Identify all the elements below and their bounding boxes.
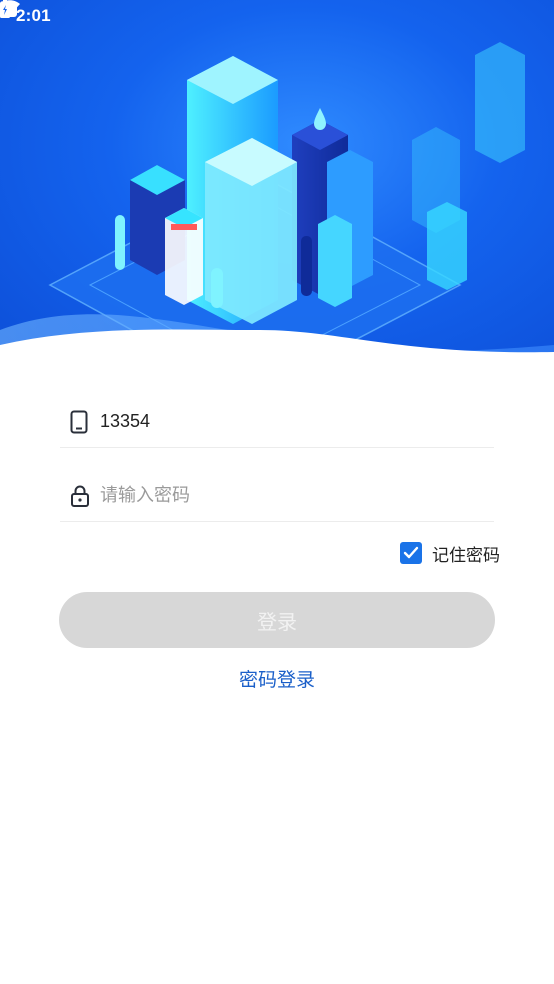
password-field[interactable] bbox=[60, 470, 494, 522]
login-button[interactable]: 登录 bbox=[59, 592, 495, 648]
remember-label: 记住密码 bbox=[432, 545, 500, 565]
status-time: 2:01 bbox=[16, 6, 51, 25]
city-illustration bbox=[0, 42, 554, 362]
remember-checkbox[interactable] bbox=[400, 542, 422, 564]
phone-icon bbox=[60, 410, 100, 434]
password-login-link[interactable]: 密码登录 bbox=[0, 665, 554, 692]
hero-banner: 2:01 bbox=[0, 0, 554, 362]
remember-password[interactable]: 记住密码 bbox=[400, 541, 500, 565]
phone-input[interactable] bbox=[100, 411, 480, 432]
password-input[interactable] bbox=[100, 485, 480, 506]
lock-icon bbox=[60, 485, 100, 507]
checkmark-icon bbox=[403, 546, 419, 559]
phone-field[interactable] bbox=[60, 396, 494, 448]
status-bar: 2:01 bbox=[0, 0, 554, 32]
